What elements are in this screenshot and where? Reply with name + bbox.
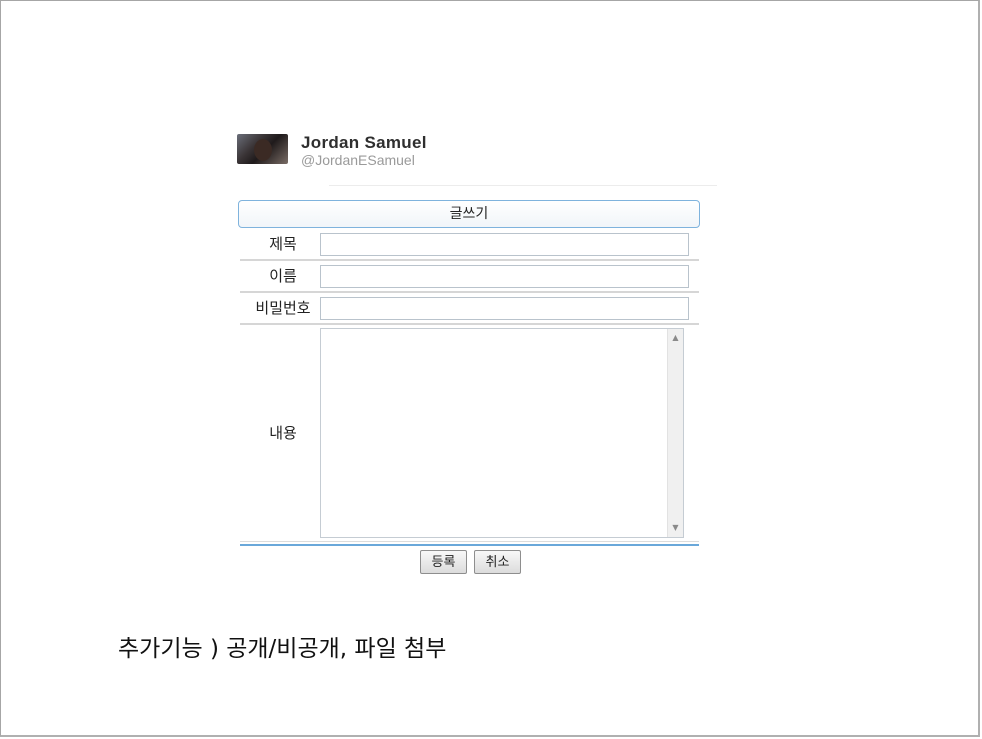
form-bottom-rule [240, 544, 699, 546]
textarea-scrollbar[interactable]: ▲ ▼ [667, 329, 683, 537]
cancel-button[interactable]: 취소 [474, 550, 521, 574]
title-label: 제목 [269, 235, 297, 253]
password-input[interactable] [320, 297, 689, 320]
form-header: 글쓰기 [238, 200, 700, 228]
slide-canvas: Jordan Samuel @JordanESamuel 글쓰기 제목 이름 비… [0, 0, 980, 737]
row-divider [240, 323, 699, 325]
profile-handle: @JordanESamuel [301, 152, 415, 168]
profile-name: Jordan Samuel [301, 133, 427, 152]
content-textarea[interactable]: ▲ ▼ [320, 328, 684, 538]
name-input[interactable] [320, 265, 689, 288]
form-bottom-divider [240, 541, 699, 542]
name-label: 이름 [269, 267, 297, 285]
profile-card: Jordan Samuel @JordanESamuel [237, 132, 717, 186]
avatar [237, 134, 288, 164]
row-divider [240, 259, 699, 261]
profile-divider [329, 185, 717, 186]
row-divider [240, 291, 699, 293]
feature-note: 추가기능 ) 공개/비공개, 파일 첨부 [118, 636, 447, 662]
password-label: 비밀번호 [255, 299, 311, 317]
submit-button[interactable]: 등록 [420, 550, 467, 574]
arrow-down-icon[interactable]: ▼ [668, 521, 683, 535]
arrow-up-icon[interactable]: ▲ [668, 331, 683, 345]
content-label: 내용 [269, 424, 297, 442]
title-input[interactable] [320, 233, 689, 256]
